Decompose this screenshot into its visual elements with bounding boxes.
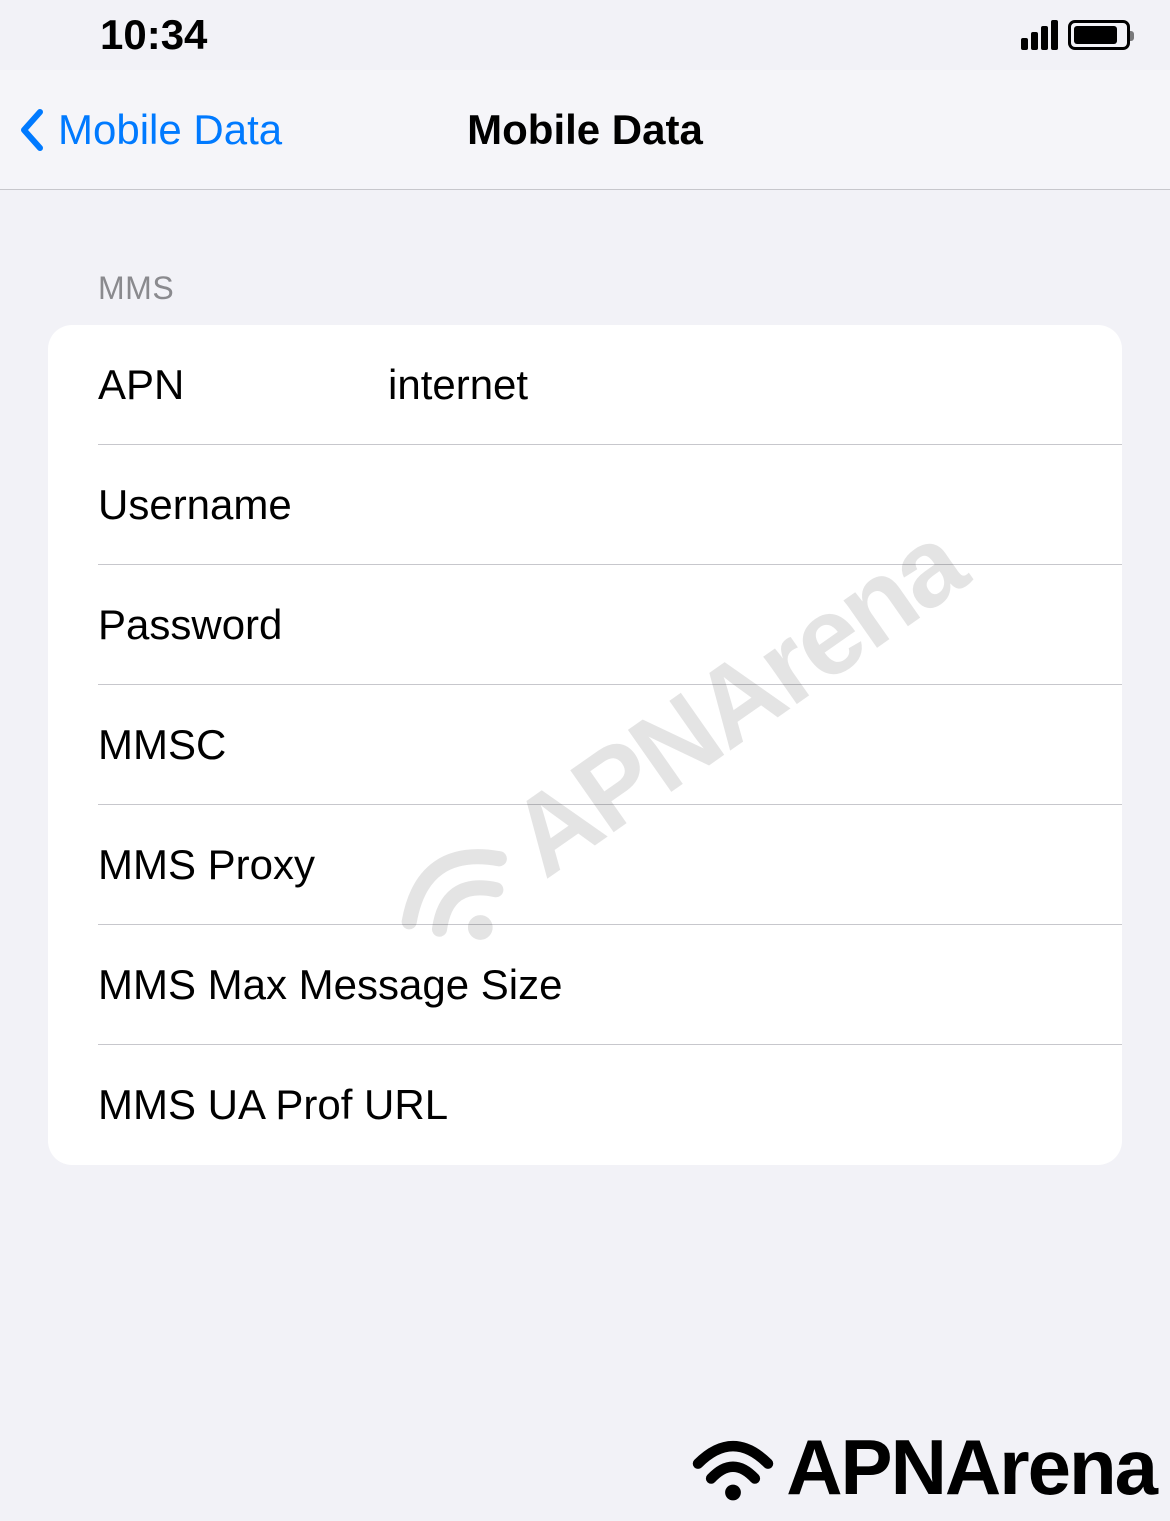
brand-logo: APNArena [688, 1412, 1170, 1521]
row-username[interactable]: Username [48, 445, 1122, 565]
chevron-left-icon [18, 108, 44, 152]
navigation-bar: Mobile Data Mobile Data [0, 70, 1170, 190]
input-password[interactable] [388, 601, 1102, 649]
wifi-icon [688, 1433, 778, 1503]
back-label: Mobile Data [58, 106, 282, 154]
input-mms-proxy[interactable] [388, 841, 1102, 889]
label-username: Username [98, 481, 388, 529]
row-password[interactable]: Password [48, 565, 1122, 685]
label-apn: APN [98, 361, 388, 409]
mms-settings-group: APN Username Password MMSC MMS Proxy MMS… [48, 325, 1122, 1165]
status-bar: 10:34 [0, 0, 1170, 70]
input-mmsc[interactable] [388, 721, 1102, 769]
section-header-mms: MMS [0, 190, 1170, 325]
row-mms-max-size[interactable]: MMS Max Message Size [48, 925, 1122, 1045]
row-mms-ua-prof[interactable]: MMS UA Prof URL [48, 1045, 1122, 1165]
battery-icon [1068, 20, 1130, 50]
status-indicators [1021, 20, 1130, 50]
input-username[interactable] [388, 481, 1102, 529]
row-mmsc[interactable]: MMSC [48, 685, 1122, 805]
input-mms-max-size[interactable] [562, 961, 1103, 1009]
label-mmsc: MMSC [98, 721, 388, 769]
status-time: 10:34 [100, 11, 207, 59]
row-mms-proxy[interactable]: MMS Proxy [48, 805, 1122, 925]
brand-logo-text: APNArena [786, 1422, 1156, 1513]
label-mms-ua-prof: MMS UA Prof URL [98, 1081, 448, 1129]
row-apn[interactable]: APN [48, 325, 1122, 445]
page-title: Mobile Data [467, 106, 703, 154]
label-mms-max-size: MMS Max Message Size [98, 961, 562, 1009]
input-mms-ua-prof[interactable] [448, 1081, 1102, 1129]
label-mms-proxy: MMS Proxy [98, 841, 388, 889]
cellular-signal-icon [1021, 20, 1058, 50]
label-password: Password [98, 601, 388, 649]
input-apn[interactable] [388, 361, 1102, 409]
back-button[interactable]: Mobile Data [0, 106, 282, 154]
